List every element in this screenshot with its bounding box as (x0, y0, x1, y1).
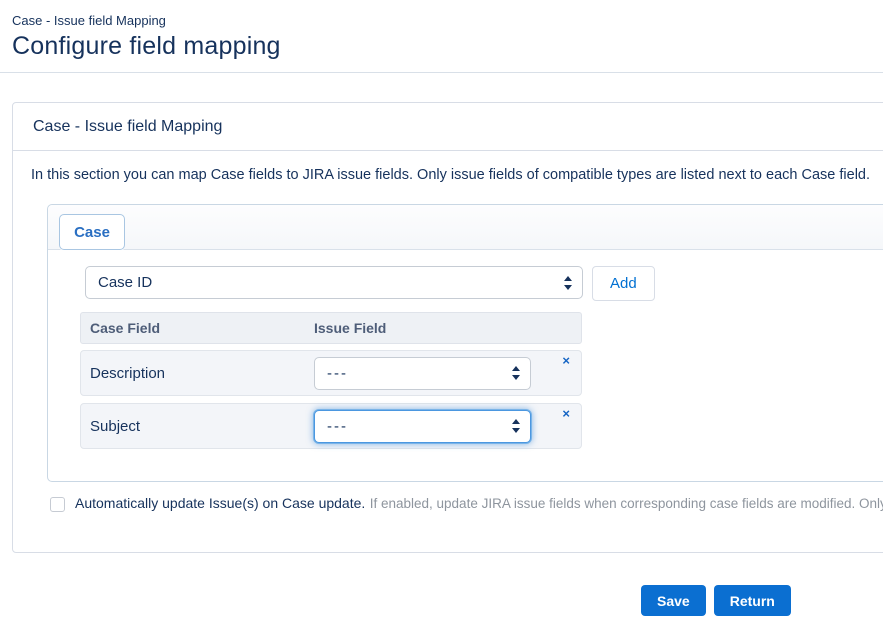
page-header: Case - Issue field Mapping Configure fie… (0, 0, 883, 73)
column-header-case-field: Case Field (81, 320, 314, 336)
issue-field-select[interactable]: --- (314, 410, 531, 443)
remove-row-icon[interactable]: × (562, 354, 570, 368)
page-title: Configure field mapping (12, 32, 883, 61)
select-stepper-icon (563, 276, 573, 290)
tab-content: Case ID Add Case Field Issue Field Descr… (48, 250, 883, 481)
column-header-issue-field: Issue Field (314, 320, 386, 336)
auto-update-help: If enabled, update JIRA issue fields whe… (370, 496, 883, 511)
case-tab-panel: Case Case ID Add Case Field Issue Field (47, 204, 883, 482)
case-field-select[interactable]: Case ID (85, 266, 583, 299)
mapping-table: Case Field Issue Field Description --- ×… (80, 312, 582, 449)
field-mapping-card: Case - Issue field Mapping In this secti… (12, 102, 883, 553)
tab-strip: Case (48, 205, 883, 250)
return-button[interactable]: Return (714, 585, 791, 616)
tab-case[interactable]: Case (59, 214, 125, 250)
auto-update-row: Automatically update Issue(s) on Case up… (50, 495, 883, 513)
breadcrumb[interactable]: Case - Issue field Mapping (12, 13, 883, 28)
field-picker-row: Case ID Add (85, 266, 883, 301)
select-stepper-icon (511, 366, 521, 380)
case-field-select-value: Case ID (98, 274, 152, 291)
auto-update-label: Automatically update Issue(s) on Case up… (75, 495, 365, 511)
card-body: In this section you can map Case fields … (13, 151, 883, 513)
auto-update-checkbox[interactable] (50, 497, 65, 512)
case-field-label: Subject (81, 418, 314, 435)
issue-field-select-value: --- (327, 365, 348, 382)
intro-text: In this section you can map Case fields … (31, 167, 883, 183)
table-row: Description --- × (80, 350, 582, 396)
select-stepper-icon (511, 419, 521, 433)
table-row: Subject --- × (80, 403, 582, 449)
save-button[interactable]: Save (641, 585, 706, 616)
issue-field-select-value: --- (327, 418, 348, 435)
action-bar: Save Return (641, 585, 791, 616)
remove-row-icon[interactable]: × (562, 407, 570, 421)
add-button[interactable]: Add (592, 266, 655, 301)
card-title: Case - Issue field Mapping (13, 103, 883, 151)
mapping-table-header: Case Field Issue Field (80, 312, 582, 344)
case-field-label: Description (81, 365, 314, 382)
issue-field-select[interactable]: --- (314, 357, 531, 390)
tab-case-label: Case (74, 224, 110, 241)
auto-update-text: Automatically update Issue(s) on Case up… (75, 495, 883, 513)
